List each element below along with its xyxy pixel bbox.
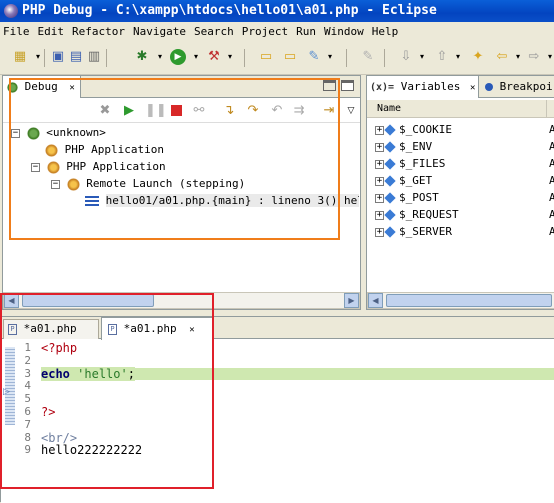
expand-icon[interactable]: + xyxy=(375,159,384,169)
new-icon[interactable]: ▦ xyxy=(12,49,28,65)
variable-name: $_COOKIE xyxy=(399,123,452,136)
minimize-icon[interactable] xyxy=(341,80,354,91)
forward-dropdown-icon[interactable]: ▾ xyxy=(542,49,554,65)
orange-highlight-box xyxy=(9,78,340,240)
variables-column-header[interactable]: Name xyxy=(367,100,554,118)
variable-value: A xyxy=(549,174,554,187)
window-title: PHP Debug - C:\xampp\htdocs\hello01\a01.… xyxy=(22,3,437,18)
variable-icon xyxy=(384,124,396,136)
pen-icon[interactable]: ✎ xyxy=(360,49,376,65)
view-menu-icon[interactable]: ▽ xyxy=(343,103,359,119)
window-title-bar: PHP Debug - C:\xampp\htdocs\hello01\a01.… xyxy=(0,0,554,22)
forward-icon[interactable]: ⇨ xyxy=(526,49,542,65)
expand-icon[interactable]: + xyxy=(375,176,384,186)
variable-row[interactable]: + $_SERVER xyxy=(375,223,452,240)
breakpoints-tab-label: Breakpoi xyxy=(499,80,553,93)
menu-bar: File Edit Refactor Navigate Search Project Run… xyxy=(0,22,554,41)
external-tools-icon[interactable]: ⚒ xyxy=(206,49,222,65)
variable-icon xyxy=(384,226,396,238)
tab-variables[interactable]: (x)= Variables ✕ xyxy=(367,76,479,98)
variable-name: $_POST xyxy=(399,191,439,204)
variable-row[interactable]: + $_POST xyxy=(375,189,439,206)
scroll-right-icon[interactable]: ▶ xyxy=(344,293,359,308)
expand-icon[interactable]: + xyxy=(375,193,384,203)
variables-tab-label: Variables xyxy=(400,80,461,93)
variables-tab-icon: (x)= xyxy=(370,82,395,93)
prev-annotation-icon[interactable]: ⇧ xyxy=(434,49,450,65)
menu-file[interactable]: File xyxy=(0,22,33,41)
main-toolbar: ▦ ▾ ▣ ▤ ▥ ✱ ▾ ▶ ▾ ⚒ ▾ ▭ ▭ ✎ ▾ ✎ ⇩ ▾ ⇧ ▾ … xyxy=(0,41,554,75)
next-annotation-icon[interactable]: ⇩ xyxy=(398,49,414,65)
expand-icon[interactable]: + xyxy=(375,210,384,220)
prev-annotation-dropdown-icon[interactable]: ▾ xyxy=(450,49,466,65)
debug-dropdown-icon[interactable]: ▾ xyxy=(152,49,168,65)
variable-row[interactable]: + $_COOKIE xyxy=(375,121,452,138)
close-icon[interactable]: ✕ xyxy=(470,83,475,93)
back-icon[interactable]: ⇦ xyxy=(494,49,510,65)
eclipse-app-icon xyxy=(4,4,18,18)
external-tools-dropdown-icon[interactable]: ▾ xyxy=(222,49,238,65)
variable-value: A xyxy=(549,123,554,136)
breakpoints-tab-icon xyxy=(485,83,493,91)
save-icon[interactable]: ▣ xyxy=(50,49,66,65)
variable-name: $_GET xyxy=(399,174,433,187)
menu-run[interactable]: Run xyxy=(293,22,319,41)
menu-edit[interactable]: Edit xyxy=(35,22,68,41)
back-dropdown-icon[interactable]: ▾ xyxy=(510,49,526,65)
menu-help[interactable]: Help xyxy=(369,22,402,41)
red-highlight-box xyxy=(0,293,214,489)
variables-view-header: (x)= Variables ✕ Breakpoi xyxy=(367,76,554,98)
variable-value: A xyxy=(549,157,554,170)
run-dropdown-icon[interactable]: ▾ xyxy=(188,49,204,65)
scroll-left-icon[interactable]: ◀ xyxy=(368,293,383,308)
tab-breakpoints[interactable]: Breakpoi xyxy=(485,76,553,98)
variable-name: $_FILES xyxy=(399,157,446,170)
wand-icon[interactable]: ✎ xyxy=(306,49,322,65)
variable-value: A xyxy=(549,208,554,221)
last-edit-icon[interactable]: ✦ xyxy=(470,49,486,65)
variable-icon xyxy=(384,175,396,187)
open-folder-icon[interactable]: ▭ xyxy=(258,49,274,65)
next-annotation-dropdown-icon[interactable]: ▾ xyxy=(414,49,430,65)
variable-row[interactable]: + $_FILES xyxy=(375,155,445,172)
variable-row[interactable]: + $_ENV xyxy=(375,138,432,155)
variable-row[interactable]: + $_GET xyxy=(375,172,432,189)
print-icon[interactable]: ▥ xyxy=(86,49,102,65)
variable-icon xyxy=(384,192,396,204)
variables-view: (x)= Variables ✕ Breakpoi Name + $_COOKIE… xyxy=(366,75,554,310)
menu-refactor[interactable]: Refactor xyxy=(69,22,128,41)
variable-icon xyxy=(384,158,396,170)
expand-icon[interactable]: + xyxy=(375,142,384,152)
menu-navigate[interactable]: Navigate xyxy=(130,22,189,41)
wand-dropdown-icon[interactable]: ▾ xyxy=(322,49,338,65)
variable-value: A xyxy=(549,191,554,204)
expand-icon[interactable]: + xyxy=(375,227,384,237)
column-name-header: Name xyxy=(377,103,402,114)
run-icon[interactable]: ▶ xyxy=(170,49,186,65)
save-all-icon[interactable]: ▤ xyxy=(68,49,84,65)
variable-icon xyxy=(384,209,396,221)
variable-value: A xyxy=(549,225,554,238)
scrollbar-thumb[interactable] xyxy=(386,294,552,307)
variable-icon xyxy=(384,141,396,153)
open-project-icon[interactable]: ▭ xyxy=(282,49,298,65)
debug-icon[interactable]: ✱ xyxy=(134,49,150,65)
variable-name: $_REQUEST xyxy=(399,208,459,221)
variables-horizontal-scrollbar[interactable]: ◀ xyxy=(367,292,554,309)
expand-icon[interactable]: + xyxy=(375,125,384,135)
variable-value: A xyxy=(549,140,554,153)
variable-name: $_ENV xyxy=(399,140,433,153)
variable-name: $_SERVER xyxy=(399,225,452,238)
variable-row[interactable]: + $_REQUEST xyxy=(375,206,459,223)
menu-search[interactable]: Search xyxy=(191,22,237,41)
menu-window[interactable]: Window xyxy=(321,22,367,41)
menu-project[interactable]: Project xyxy=(239,22,291,41)
